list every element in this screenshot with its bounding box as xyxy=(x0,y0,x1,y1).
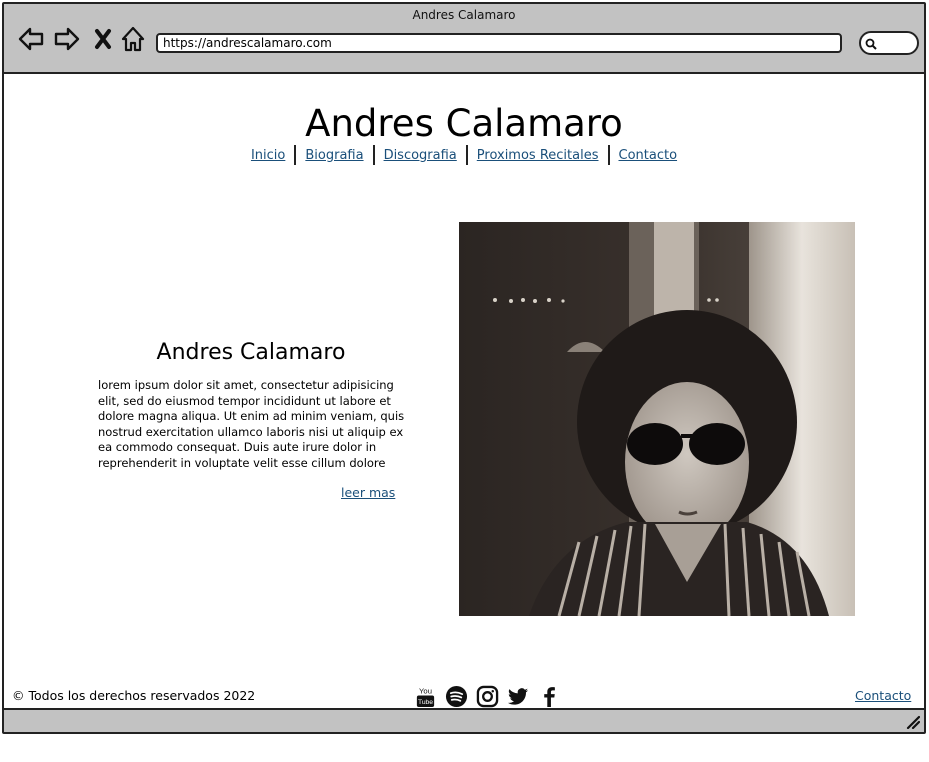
footer-contact-link[interactable]: Contacto xyxy=(855,688,911,703)
home-icon[interactable] xyxy=(118,24,148,54)
content-title: Andres Calamaro xyxy=(156,340,346,365)
resize-grip-icon[interactable] xyxy=(904,713,920,729)
browser-toolbar: Andres Calamaro https://andrescalamaro.c… xyxy=(4,4,924,74)
page-title: Andres Calamaro xyxy=(305,102,623,145)
svg-text:You: You xyxy=(419,686,432,695)
instagram-icon[interactable] xyxy=(476,684,499,708)
browser-statusbar xyxy=(4,708,924,732)
read-more-link[interactable]: leer mas xyxy=(341,485,395,500)
url-input[interactable]: https://andrescalamaro.com xyxy=(156,33,842,53)
social-links: You Tube xyxy=(414,684,561,708)
spotify-icon[interactable] xyxy=(445,684,468,708)
nav-link-inicio[interactable]: Inicio xyxy=(242,148,294,163)
forward-arrow-icon[interactable] xyxy=(52,24,82,54)
search-input[interactable] xyxy=(859,31,919,55)
youtube-icon[interactable]: You Tube xyxy=(414,684,437,708)
facebook-icon[interactable] xyxy=(538,684,561,708)
back-arrow-icon[interactable] xyxy=(16,24,46,54)
content-body: lorem ipsum dolor sit amet, consectetur … xyxy=(98,378,405,470)
nav-link-recitales[interactable]: Proximos Recitales xyxy=(468,148,608,163)
close-icon[interactable] xyxy=(88,24,118,54)
copyright-text: © Todos los derechos reservados 2022 xyxy=(12,688,256,703)
twitter-icon[interactable] xyxy=(507,684,530,708)
window-title: Andres Calamaro xyxy=(412,8,516,22)
browser-window: Andres Calamaro https://andrescalamaro.c… xyxy=(2,2,926,734)
svg-text:Tube: Tube xyxy=(418,699,433,706)
search-icon xyxy=(865,38,877,50)
nav-link-discografia[interactable]: Discografia xyxy=(375,148,466,163)
main-nav: Inicio Biografia Discografia Proximos Re… xyxy=(4,145,924,165)
artist-photo xyxy=(459,222,855,616)
nav-link-biografia[interactable]: Biografia xyxy=(296,148,372,163)
nav-link-contacto[interactable]: Contacto xyxy=(610,148,687,163)
